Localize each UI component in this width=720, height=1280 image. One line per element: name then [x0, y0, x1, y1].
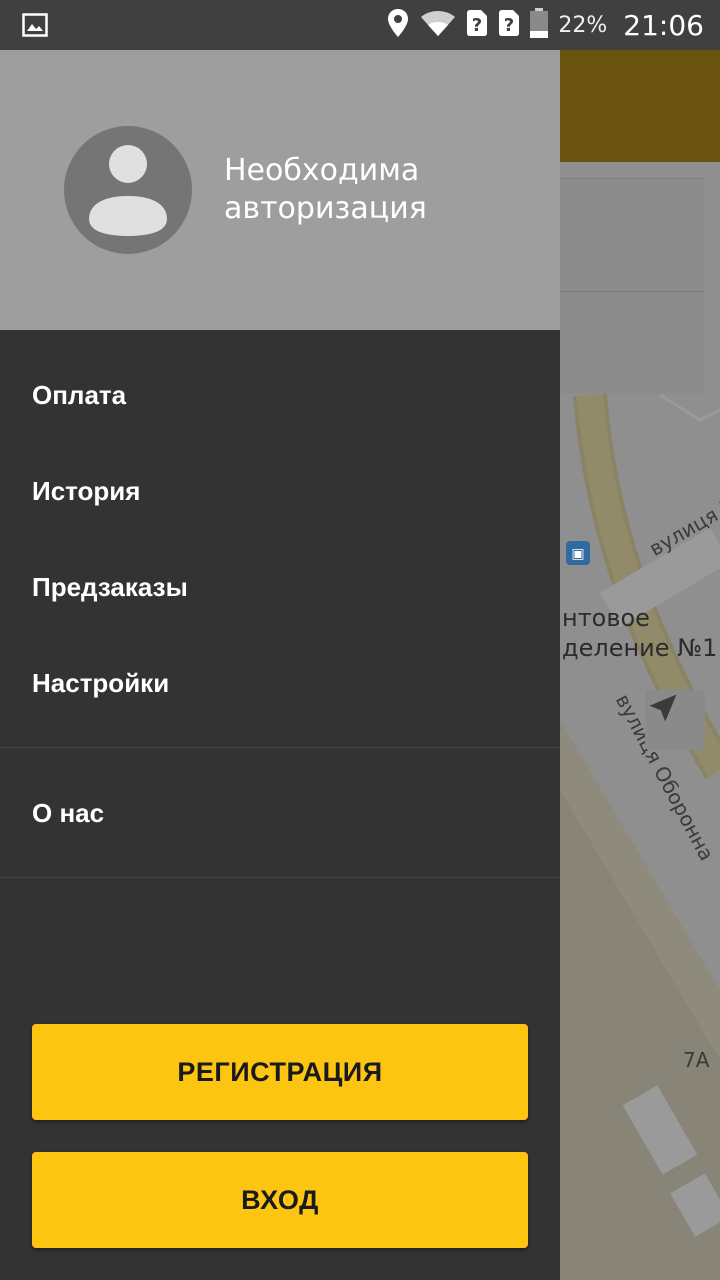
auth-text-line: авторизация [224, 191, 427, 226]
menu-item-about[interactable]: О нас [0, 765, 560, 861]
map-place-label: нтовое [562, 604, 650, 632]
menu-item-label: О нас [32, 797, 105, 828]
drawer-header[interactable]: Необходима авторизация [0, 50, 560, 330]
menu-item-settings[interactable]: Настройки [0, 635, 560, 731]
location-icon [386, 8, 410, 43]
svg-text:?: ? [472, 15, 482, 36]
login-button[interactable]: ВХОД [32, 1152, 528, 1248]
menu-item-preorders[interactable]: Предзаказы [0, 539, 560, 635]
wifi-icon [420, 9, 456, 42]
battery-percent: 22% [558, 12, 608, 38]
image-notification-icon [22, 13, 48, 42]
map-building-label: 7А [683, 1048, 710, 1072]
menu-item-label: Настройки [32, 667, 170, 698]
auth-text-line: Необходима [224, 153, 420, 188]
avatar-icon [64, 126, 192, 254]
menu-divider [0, 747, 560, 748]
sim-unknown-icon: ? [466, 9, 488, 42]
navigation-drawer: Необходима авторизация Оплата История Пр… [0, 50, 560, 1280]
clock: 21:06 [623, 8, 704, 42]
sim-unknown-icon: ? [498, 9, 520, 42]
menu-divider [0, 877, 560, 878]
menu-item-history[interactable]: История [0, 443, 560, 539]
my-location-button[interactable] [645, 690, 705, 750]
bus-stop-icon: ▣ [566, 541, 590, 565]
menu-item-label: Предзаказы [32, 571, 188, 602]
auth-required-text: Необходима авторизация [224, 152, 427, 228]
map-place-label: деление №11 [562, 634, 720, 662]
navigation-arrow-icon [649, 694, 677, 722]
menu-item-payment[interactable]: Оплата [0, 347, 560, 443]
svg-text:?: ? [504, 15, 514, 36]
battery-icon [530, 7, 549, 43]
menu-item-label: История [32, 475, 141, 506]
status-bar: ? ? 22% 21:06 [0, 0, 720, 50]
register-button[interactable]: РЕГИСТРАЦИЯ [32, 1024, 528, 1120]
menu-item-label: Оплата [32, 379, 127, 410]
